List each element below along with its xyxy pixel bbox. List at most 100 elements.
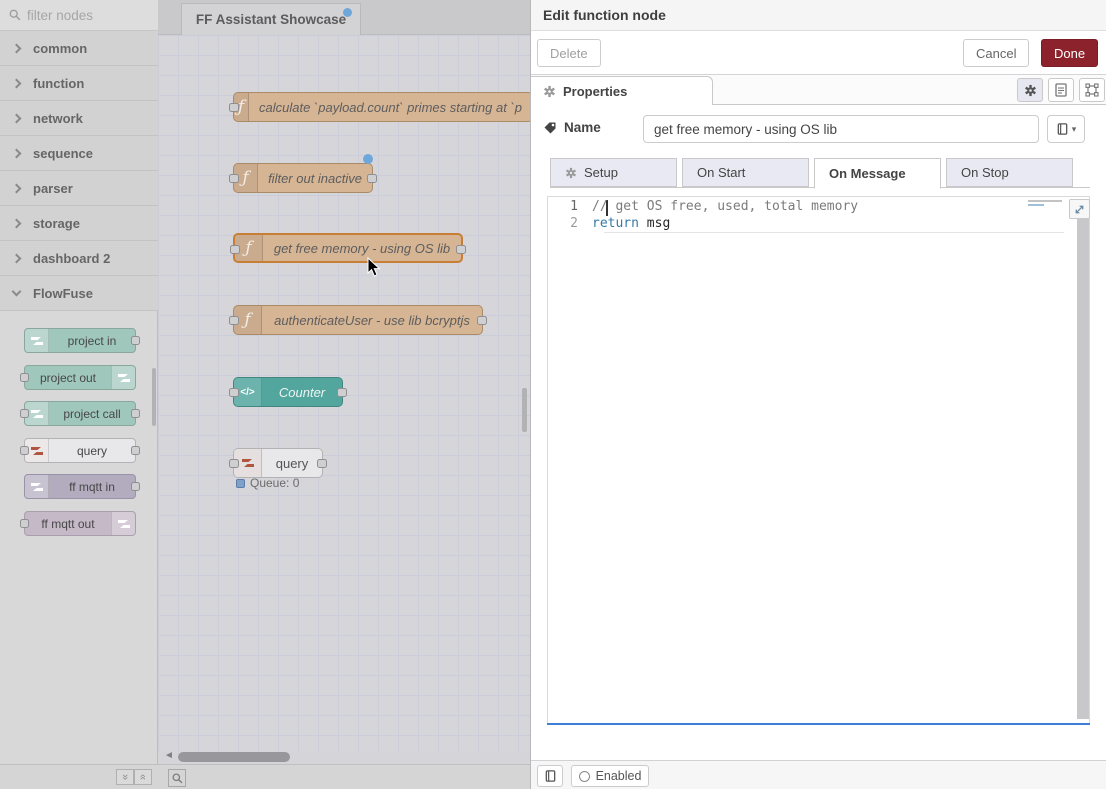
chevron-right-icon [12, 218, 22, 228]
unsaved-changes-dot [343, 8, 352, 17]
palette-category-network[interactable]: network [0, 101, 158, 136]
query-node[interactable]: query [233, 448, 323, 478]
palette-node-project-in[interactable]: project in [24, 328, 136, 353]
gear-icon [565, 167, 577, 179]
expand-all-button[interactable]: » [134, 769, 152, 785]
palette-category-sequence[interactable]: sequence [0, 136, 158, 171]
code-line-1: // get OS free, used, total memory [592, 199, 858, 217]
chevron-right-icon [12, 43, 22, 53]
input-port[interactable] [20, 373, 29, 382]
double-chevron-down-icon: » [137, 774, 149, 780]
flow-tab[interactable]: FF Assistant Showcase [181, 3, 361, 35]
palette-category-storage[interactable]: storage [0, 206, 158, 241]
output-port[interactable] [131, 446, 140, 455]
palette-category-parser[interactable]: parser [0, 171, 158, 206]
code-editor[interactable]: 1 // get OS free, used, total memory 2 r… [547, 196, 1090, 724]
description-button[interactable] [1048, 78, 1074, 102]
output-port[interactable] [131, 482, 140, 491]
palette-scrollbar[interactable] [152, 368, 156, 426]
template-node-counter[interactable]: </> Counter [233, 377, 343, 407]
scroll-left-arrow[interactable]: ◄ [164, 750, 174, 761]
palette-node-ff-mqtt-out[interactable]: ff mqtt out [24, 511, 136, 536]
edit-properties-button[interactable] [1017, 78, 1043, 102]
search-icon [9, 9, 21, 21]
input-port[interactable] [229, 316, 239, 325]
palette-node-project-out[interactable]: project out [24, 365, 136, 390]
tab-setup[interactable]: Setup [550, 158, 677, 187]
palette-node-ff-mqtt-in[interactable]: ff mqtt in [24, 474, 136, 499]
editor-resize-bar[interactable] [547, 723, 1090, 725]
expand-editor-button[interactable] [1069, 199, 1090, 219]
dialog-footer: Enabled [531, 760, 1106, 789]
palette-category-flowfuse[interactable]: FlowFuse [0, 276, 158, 311]
line-number: 2 [548, 216, 592, 234]
palette-node-project-call[interactable]: project call [24, 401, 136, 426]
library-export-button[interactable] [537, 765, 563, 787]
function-node-authenticate-user[interactable]: ƒ authenticateUser - use lib bcryptjs [233, 305, 483, 335]
node-changed-dot [363, 154, 373, 164]
enabled-toggle-button[interactable]: Enabled [571, 765, 649, 787]
output-port[interactable] [477, 316, 487, 325]
output-port[interactable] [131, 409, 140, 418]
book-icon [1056, 122, 1069, 136]
collapse-all-button[interactable]: » [116, 769, 134, 785]
name-label: Name [543, 120, 601, 135]
input-port[interactable] [20, 409, 29, 418]
input-port[interactable] [229, 459, 239, 468]
input-port[interactable] [229, 174, 239, 183]
chevron-right-icon [12, 148, 22, 158]
name-field[interactable] [643, 115, 1039, 143]
cancel-button[interactable]: Cancel [963, 39, 1029, 67]
tab-properties[interactable]: Properties [531, 76, 713, 105]
search-input[interactable] [27, 8, 137, 23]
tab-on-stop[interactable]: On Stop [946, 158, 1073, 187]
chevron-right-icon [12, 113, 22, 123]
function-node-filter-out-inactive[interactable]: ƒ filter out inactive [233, 163, 373, 193]
input-port[interactable] [229, 388, 239, 397]
function-node-calculate-primes[interactable]: ƒ calculate `payload.count` primes start… [233, 92, 530, 122]
chevron-right-icon [12, 253, 22, 263]
flowfuse-logo-icon [111, 512, 135, 535]
workspace-horizontal-scrollbar[interactable] [178, 752, 290, 762]
workspace-tab-bar: FF Assistant Showcase [158, 0, 530, 35]
appearance-button[interactable] [1079, 78, 1105, 102]
node-palette: common function network sequence parser … [0, 0, 158, 789]
output-port[interactable] [456, 245, 466, 254]
palette-category-common[interactable]: common [0, 31, 158, 66]
output-port[interactable] [337, 388, 347, 397]
input-port[interactable] [229, 103, 239, 112]
chevron-down-icon [12, 287, 22, 297]
document-icon [1055, 83, 1067, 97]
output-port[interactable] [317, 459, 327, 468]
palette-category-dashboard2[interactable]: dashboard 2 [0, 241, 158, 276]
delete-button[interactable]: Delete [537, 39, 601, 67]
tag-icon [543, 121, 557, 135]
library-button[interactable]: ▾ [1047, 115, 1085, 143]
chevron-down-icon: ▾ [1072, 124, 1077, 135]
chevron-right-icon [12, 183, 22, 193]
palette-node-query[interactable]: query [24, 438, 136, 463]
minimap [1028, 200, 1070, 218]
palette-search[interactable] [0, 0, 158, 31]
edit-dialog: Edit function node Delete Cancel Done Pr… [530, 0, 1106, 789]
tab-on-start[interactable]: On Start [682, 158, 809, 187]
input-port[interactable] [20, 446, 29, 455]
tab-on-message[interactable]: On Message [814, 158, 941, 189]
mouse-cursor [367, 257, 381, 277]
input-port[interactable] [230, 245, 240, 254]
selection-frame-icon [1085, 83, 1099, 97]
workspace-vertical-scrollbar[interactable] [522, 388, 527, 432]
name-row: Name ▾ [531, 112, 1106, 146]
flowfuse-logo-icon [25, 329, 49, 352]
done-button[interactable]: Done [1041, 39, 1098, 67]
book-icon [544, 769, 557, 783]
palette-category-function[interactable]: function [0, 66, 158, 101]
zoom-button[interactable] [168, 769, 186, 787]
output-port[interactable] [367, 174, 377, 183]
resize-diagonal-icon [1074, 204, 1085, 215]
magnifier-icon [172, 773, 183, 784]
input-port[interactable] [20, 519, 29, 528]
output-port[interactable] [131, 336, 140, 345]
function-node-get-free-memory[interactable]: ƒ get free memory - using OS lib [233, 233, 463, 263]
editor-scrollbar[interactable] [1077, 219, 1089, 719]
